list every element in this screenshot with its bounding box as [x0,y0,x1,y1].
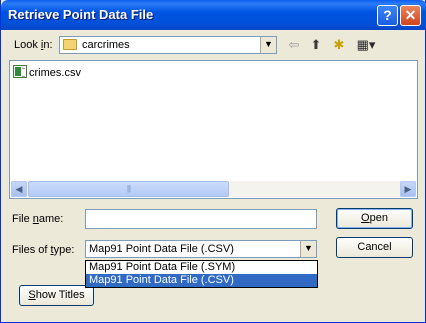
dialog-window: Retrieve Point Data File ? ✕ Look in: ca… [0,0,426,323]
help-button[interactable]: ? [377,5,398,26]
title-bar[interactable]: Retrieve Point Data File ? ✕ [1,0,426,30]
up-folder-icon[interactable]: ⬆ [307,37,325,53]
chevron-down-icon[interactable]: ▼ [260,37,276,53]
filetype-options-list[interactable]: Map91 Point Data File (.SYM) Map91 Point… [85,260,318,288]
cancel-button[interactable]: Cancel [336,237,413,258]
new-folder-icon[interactable]: ✱ [330,37,348,53]
filename-label: File name: [12,213,64,225]
back-icon[interactable]: ⇦ [286,37,302,53]
horizontal-scrollbar[interactable]: ◀ ||| ▶ [11,181,416,197]
option-sym[interactable]: Map91 Point Data File (.SYM) [86,261,317,274]
lookin-value: carcrimes [82,39,130,51]
close-icon: ✕ [404,7,417,23]
file-list[interactable]: crimes.csv ◀ ||| ▶ [9,60,418,199]
open-button[interactable]: Open [336,208,413,229]
chevron-down-icon[interactable]: ▼ [300,241,316,257]
close-button[interactable]: ✕ [400,5,421,26]
list-item[interactable]: crimes.csv [13,65,81,79]
lookin-dropdown[interactable]: carcrimes ▼ [59,36,277,54]
scroll-left-icon[interactable]: ◀ [11,181,27,197]
lookin-label: Look in: [14,39,53,51]
option-csv[interactable]: Map91 Point Data File (.CSV) [86,274,317,287]
filetype-label: Files of type: [12,244,75,256]
scroll-right-icon[interactable]: ▶ [400,181,416,197]
filename-input[interactable] [85,209,317,229]
show-titles-button[interactable]: Show Titles [19,285,94,306]
help-icon: ? [383,7,392,23]
csv-file-icon [13,65,27,78]
filetype-dropdown[interactable]: Map91 Point Data File (.CSV) ▼ [85,240,317,258]
file-name: crimes.csv [29,67,81,79]
window-title: Retrieve Point Data File [8,7,154,22]
filetype-value: Map91 Point Data File (.CSV) [89,243,234,255]
scroll-thumb[interactable]: ||| [28,181,229,197]
folder-icon [63,39,77,50]
view-menu-icon[interactable]: ▦▾ [353,37,379,53]
